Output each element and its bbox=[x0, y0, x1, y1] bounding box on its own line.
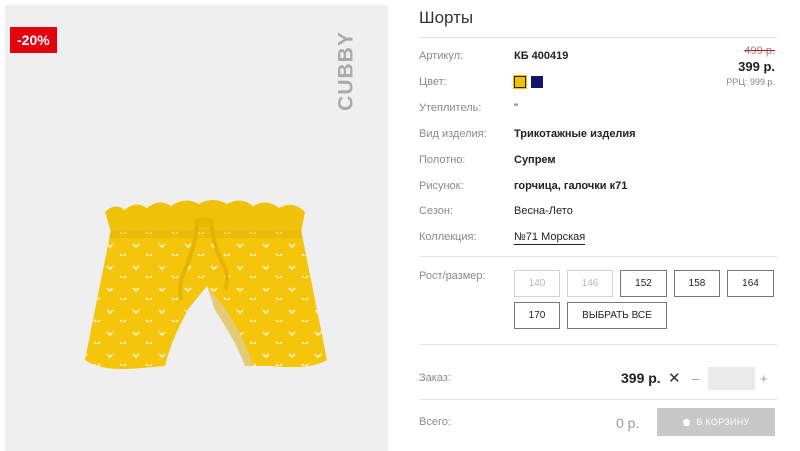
current-price: 399 р. bbox=[738, 59, 775, 74]
attr-value-pattern: горчица, галочки к71 bbox=[514, 180, 628, 192]
attr-label-fabric: Полотно: bbox=[419, 154, 466, 166]
color-swatch-mustard[interactable] bbox=[513, 75, 527, 89]
sizes-divider bbox=[419, 344, 777, 345]
decrease-quantity-button[interactable]: – bbox=[692, 371, 699, 386]
attr-label-season: Сезон: bbox=[419, 205, 453, 217]
order-divider bbox=[419, 399, 777, 400]
size-option-164[interactable]: 164 bbox=[727, 270, 774, 297]
increase-quantity-button[interactable]: + bbox=[760, 371, 768, 386]
attr-label-pattern: Рисунок: bbox=[419, 180, 464, 192]
discount-badge: -20% bbox=[10, 27, 57, 53]
order-label: Заказ: bbox=[419, 372, 451, 384]
order-price: 399 р. bbox=[621, 370, 661, 386]
attr-label-collection: Коллекция: bbox=[419, 231, 477, 243]
page-title: Шорты bbox=[419, 8, 474, 27]
select-all-sizes-button[interactable]: ВЫБРАТЬ ВСЕ bbox=[567, 302, 667, 329]
add-to-cart-label: В КОРЗИНУ bbox=[696, 417, 750, 427]
svg-text:CUBBY: CUBBY bbox=[335, 31, 358, 111]
attr-value-season: Весна-Лето bbox=[514, 205, 573, 217]
brand-logo: CUBBY bbox=[335, 31, 358, 111]
product-image bbox=[85, 200, 327, 369]
attr-value-article: КБ 400419 bbox=[514, 50, 569, 62]
attr-label-color: Цвет: bbox=[419, 76, 447, 88]
total-label: Всего: bbox=[419, 416, 451, 428]
quantity-input[interactable] bbox=[708, 367, 755, 390]
add-to-cart-button[interactable]: В КОРЗИНУ bbox=[657, 408, 775, 436]
attr-value-product-type: Трикотажные изделия bbox=[514, 128, 636, 140]
product-image-panel: -20% CUBBY bbox=[5, 5, 388, 451]
cart-icon bbox=[683, 418, 691, 427]
multiply-icon: ✕ bbox=[668, 370, 681, 387]
attr-label-product-type: Вид изделия: bbox=[419, 128, 487, 140]
title-divider bbox=[419, 37, 777, 38]
attr-value-insulation: " bbox=[514, 102, 518, 114]
size-option-170[interactable]: 170 bbox=[514, 302, 560, 329]
total-value: 0 р. bbox=[616, 415, 640, 431]
size-option-140: 140 bbox=[514, 270, 560, 297]
rrp-price: РРЦ: 999 р. bbox=[726, 77, 775, 87]
color-swatch-navy[interactable] bbox=[531, 76, 543, 88]
attributes-divider bbox=[419, 256, 777, 257]
size-option-146: 146 bbox=[567, 270, 613, 297]
attr-value-fabric: Супрем bbox=[514, 154, 556, 166]
size-option-152[interactable]: 152 bbox=[620, 270, 667, 297]
attr-label-insulation: Утеплитель: bbox=[419, 102, 482, 114]
size-option-158[interactable]: 158 bbox=[674, 270, 720, 297]
attr-label-article: Артикул: bbox=[419, 50, 464, 62]
collection-link[interactable]: №71 Морская bbox=[514, 231, 586, 245]
size-label: Рост/размер: bbox=[419, 270, 486, 282]
old-price: 499 р. bbox=[744, 45, 775, 57]
